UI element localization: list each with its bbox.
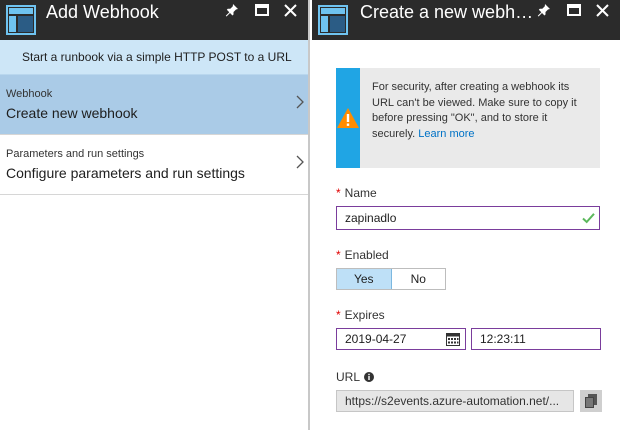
warning-icon (336, 68, 360, 168)
required-marker: * (336, 248, 341, 262)
blade-titlebar: Create a new webhook (312, 0, 620, 40)
calendar-icon[interactable] (446, 332, 460, 351)
expires-row (336, 328, 602, 350)
blade-title: Create a new webhook (360, 2, 536, 22)
name-label: * Name (336, 186, 602, 200)
blade-titlebar: Add Webhook (0, 0, 308, 40)
nav-item-label: Configure parameters and run settings (6, 165, 245, 181)
blade-title: Add Webhook (46, 2, 159, 22)
name-field[interactable] (336, 206, 600, 230)
pin-icon[interactable] (222, 0, 242, 20)
nav-item-sublabel: Webhook (6, 88, 53, 100)
enabled-label-text: Enabled (344, 248, 389, 262)
expires-time-field[interactable] (471, 328, 601, 350)
info-icon[interactable] (364, 372, 375, 382)
learn-more-link[interactable]: Learn more (418, 128, 474, 140)
blade-icon (6, 5, 36, 35)
maximize-icon[interactable] (564, 0, 584, 20)
blade-icon (318, 5, 348, 35)
checkmark-icon (582, 211, 595, 229)
name-input[interactable] (337, 208, 565, 228)
close-icon[interactable] (592, 0, 612, 20)
enabled-label: * Enabled (336, 248, 602, 262)
expires-label-text: Expires (344, 308, 385, 322)
chevron-right-icon (296, 95, 304, 114)
expires-time-input[interactable] (472, 330, 590, 348)
pin-icon[interactable] (534, 0, 554, 20)
copy-icon[interactable] (580, 390, 602, 412)
expires-date-field[interactable] (336, 328, 466, 350)
nav-item-sublabel: Parameters and run settings (6, 148, 145, 160)
expires-label: * Expires (336, 308, 602, 322)
warning-text: For security, after creating a webhook i… (360, 68, 600, 168)
add-webhook-blade: Add Webhook Start a runbook via a simple… (0, 0, 310, 430)
blade-content: For security, after creating a webhook i… (312, 40, 620, 412)
nav-item-parameters[interactable]: Parameters and run settings Configure pa… (0, 135, 308, 195)
enabled-no-option[interactable]: No (392, 269, 446, 289)
url-field[interactable]: https://s2events.azure-automation.net/..… (336, 390, 574, 412)
enabled-toggle[interactable]: Yes No (336, 268, 446, 290)
maximize-icon[interactable] (252, 0, 272, 20)
nav-item-label: Create new webhook (6, 105, 138, 121)
url-label: URL (336, 370, 602, 384)
create-webhook-blade: Create a new webhook For security, after… (312, 0, 620, 430)
security-warning: For security, after creating a webhook i… (336, 68, 600, 168)
chevron-right-icon (296, 155, 304, 174)
required-marker: * (336, 186, 341, 200)
name-label-text: Name (344, 186, 377, 200)
url-row: https://s2events.azure-automation.net/..… (336, 390, 602, 412)
expires-date-input[interactable] (337, 330, 441, 348)
close-icon[interactable] (280, 0, 300, 20)
url-label-text: URL (336, 370, 361, 384)
enabled-yes-option[interactable]: Yes (337, 269, 392, 289)
required-marker: * (336, 308, 341, 322)
description-banner: Start a runbook via a simple HTTP POST t… (0, 40, 308, 75)
nav-item-webhook[interactable]: Webhook Create new webhook (0, 75, 308, 135)
